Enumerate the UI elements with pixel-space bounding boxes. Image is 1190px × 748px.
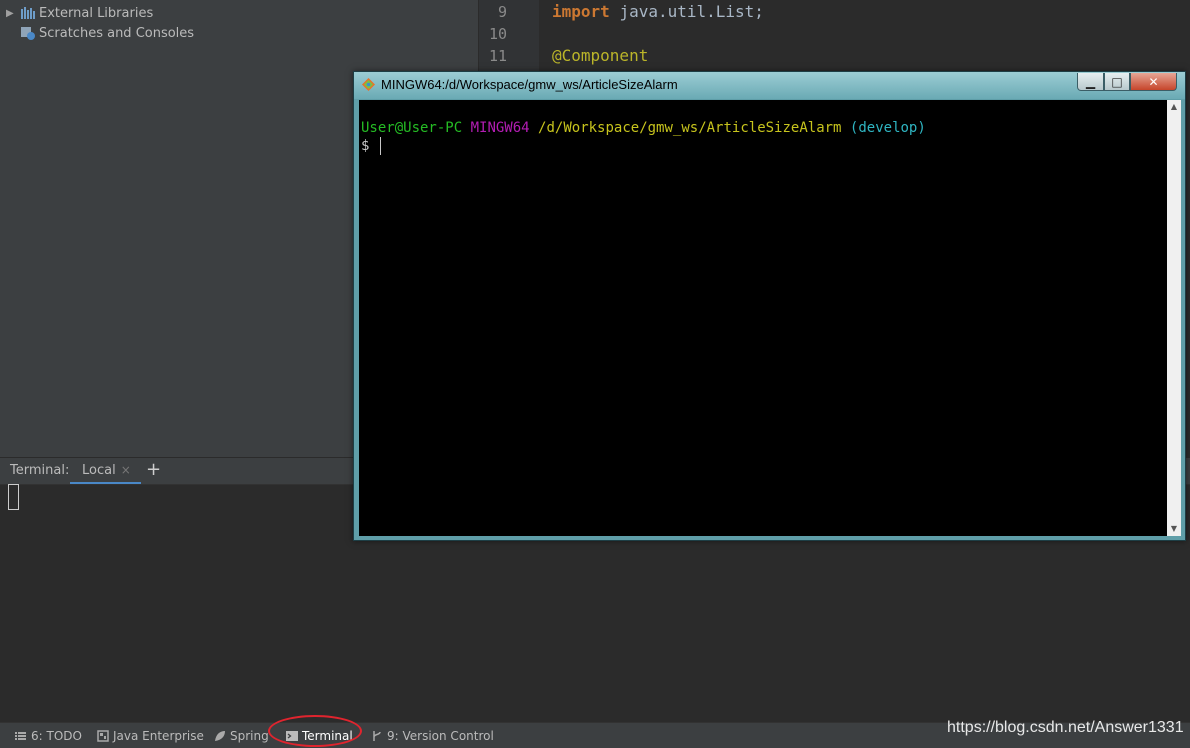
tree-item-scratches[interactable]: Scratches and Consoles bbox=[20, 23, 194, 43]
tree-item-external-libraries[interactable]: ▶ External Libraries bbox=[6, 3, 153, 23]
expand-arrow-icon[interactable]: ▶ bbox=[6, 8, 20, 19]
vcs-branch-icon bbox=[371, 730, 383, 742]
strip-label: Java Enterprise bbox=[113, 729, 204, 743]
line-number: 10 bbox=[488, 25, 507, 43]
todo-tool-button[interactable]: 6: TODO bbox=[15, 727, 82, 745]
watermark: https://blog.csdn.net/Answer1331 bbox=[947, 719, 1184, 736]
mingw-terminal-window[interactable]: MINGW64:/d/Workspace/gmw_ws/ArticleSizeA… bbox=[353, 71, 1186, 541]
terminal-cursor bbox=[8, 484, 19, 510]
mingw-console[interactable]: User@User-PC MINGW64 /d/Workspace/gmw_ws… bbox=[359, 100, 1167, 536]
scroll-down-arrow-icon[interactable]: ▼ bbox=[1167, 522, 1181, 536]
prompt-system: MINGW64 bbox=[470, 120, 530, 136]
version-control-tool-button[interactable]: 9: Version Control bbox=[371, 727, 494, 745]
line-number: 9 bbox=[497, 3, 507, 21]
strip-label: 9: Version Control bbox=[387, 729, 494, 743]
mingw-titlebar[interactable]: MINGW64:/d/Workspace/gmw_ws/ArticleSizeA… bbox=[354, 72, 1185, 99]
add-tab-button[interactable]: + bbox=[146, 459, 161, 480]
annotation: @Component bbox=[552, 46, 649, 65]
scratches-icon bbox=[20, 26, 36, 40]
tree-item-label: Scratches and Consoles bbox=[39, 25, 195, 41]
list-icon bbox=[15, 730, 27, 742]
maximize-button[interactable]: □ bbox=[1104, 73, 1130, 91]
code-line-annotation[interactable]: @Component bbox=[552, 46, 648, 65]
strip-label: Spring bbox=[230, 729, 269, 743]
git-bash-icon bbox=[362, 78, 375, 91]
prompt-line: User@User-PC MINGW64 /d/Workspace/gmw_ws… bbox=[361, 120, 926, 136]
close-tab-icon[interactable]: × bbox=[121, 463, 131, 477]
prompt-symbol: $ bbox=[361, 138, 370, 154]
java-enterprise-tool-button[interactable]: Java Enterprise bbox=[97, 727, 204, 745]
java-enterprise-icon bbox=[97, 730, 109, 742]
mingw-title: MINGW64:/d/Workspace/gmw_ws/ArticleSizeA… bbox=[381, 77, 678, 92]
prompt-branch: (develop) bbox=[849, 120, 926, 136]
highlight-circle bbox=[268, 715, 362, 747]
spring-leaf-icon bbox=[214, 730, 226, 742]
terminal-title: Terminal: bbox=[10, 463, 70, 478]
spring-tool-button[interactable]: Spring bbox=[214, 727, 269, 745]
import-keyword: import bbox=[552, 2, 610, 21]
code-line-import[interactable]: import java.util.List; bbox=[552, 2, 764, 21]
minimize-button[interactable]: ▁ bbox=[1077, 73, 1104, 91]
line-number: 11 bbox=[488, 47, 507, 65]
strip-label: 6: TODO bbox=[31, 729, 82, 743]
prompt-path: /d/Workspace/gmw_ws/ArticleSizeAlarm bbox=[538, 120, 842, 136]
import-path: java.util.List; bbox=[619, 2, 764, 21]
scroll-up-arrow-icon[interactable]: ▲ bbox=[1167, 100, 1181, 114]
tree-item-label: External Libraries bbox=[39, 5, 154, 21]
tab-label: Local bbox=[82, 462, 116, 478]
tab-local[interactable]: Local × bbox=[70, 458, 141, 484]
console-caret bbox=[380, 137, 381, 155]
console-scrollbar[interactable]: ▲ ▼ bbox=[1167, 100, 1181, 536]
prompt-user-host: User@User-PC bbox=[361, 120, 463, 136]
close-button[interactable]: ✕ bbox=[1130, 73, 1177, 91]
libraries-icon bbox=[20, 6, 36, 20]
